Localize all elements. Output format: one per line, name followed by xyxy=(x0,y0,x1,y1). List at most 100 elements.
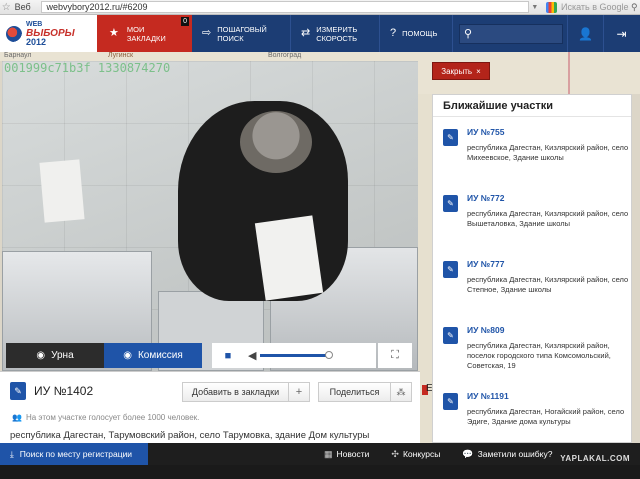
bookmarks-count-badge: 0 xyxy=(181,17,189,26)
controls-spacer xyxy=(334,343,376,368)
report-error-label: Заметили ошибку? xyxy=(477,449,553,459)
fullscreen-icon: ⛶ xyxy=(391,349,399,361)
help-button[interactable]: ? ПОМОЩЬ xyxy=(380,15,453,52)
station-title: ИУ №1402 xyxy=(34,384,94,398)
camera-icon: ◉ xyxy=(36,350,46,361)
polling-station-icon: ✎ xyxy=(10,382,26,400)
video-player[interactable]: 001999c71b3f 1330874270 xyxy=(2,61,418,371)
speaker-icon: ◀ xyxy=(248,350,257,362)
news-label: Новости xyxy=(336,449,370,459)
voters-note: На этом участке голосует более 1000 чело… xyxy=(25,413,200,422)
share-icon: ⁂ xyxy=(396,386,406,397)
browser-bar: ☆ Веб webvybory2012.ru/#6209 ▼ Искать в … xyxy=(0,0,640,15)
search-icon[interactable]: ⚲ xyxy=(464,27,472,40)
stop-button[interactable]: ■ xyxy=(212,343,244,368)
camera-urna-button[interactable]: ◉ Урна xyxy=(6,343,104,368)
list-item[interactable]: ✎ ИУ №1191 республика Дагестан, Ногайски… xyxy=(433,381,631,442)
polling-station-icon: ✎ xyxy=(443,129,458,146)
bottom-bar: ⤓ Поиск по месту регистрации ▦ Новости ✣… xyxy=(0,443,640,465)
fullscreen-button[interactable]: ⛶ xyxy=(378,343,412,368)
google-search-input[interactable]: Искать в Google xyxy=(561,2,631,12)
station-address: республика Дагестан, Тарумовский район, … xyxy=(10,430,370,441)
google-icon[interactable] xyxy=(546,1,558,13)
camera-id: 001999c71b3f 1330874270 xyxy=(4,61,171,75)
help-icon: ? xyxy=(390,27,397,39)
user-icon: 👤 xyxy=(578,26,593,41)
contests-link[interactable]: ✣ Конкурсы xyxy=(391,449,440,460)
polling-station-icon: ✎ xyxy=(443,393,458,410)
site-search: ⚲ xyxy=(453,15,567,52)
station-name[interactable]: ИУ №777 xyxy=(467,259,631,269)
news-link[interactable]: ▦ Новости xyxy=(324,449,369,460)
station-address: республика Дагестан, Кизлярский район, п… xyxy=(467,341,611,370)
list-item[interactable]: ✎ ИУ №772 республика Дагестан, Кизлярски… xyxy=(433,183,631,249)
measure-speed-button[interactable]: ⇄ ИЗМЕРИТЬ СКОРОСТЬ xyxy=(291,15,380,52)
camera-urna-label: Урна xyxy=(51,350,74,361)
taskbar-area xyxy=(0,465,640,479)
speed-label-line1: ИЗМЕРИТЬ xyxy=(316,24,358,34)
close-panel-button[interactable]: Закрыть × xyxy=(432,62,490,80)
add-bookmark-label: Добавить в закладки xyxy=(183,383,289,401)
star-icon: ★ xyxy=(109,27,119,39)
arrow-right-icon: ⇨ xyxy=(202,27,212,39)
close-icon: × xyxy=(476,66,481,76)
ballot-paper xyxy=(39,159,85,223)
volume-handle[interactable] xyxy=(325,351,333,359)
map-strip: Барнаул Лугинск Волгоград xyxy=(0,52,420,61)
map-label: Барнаул xyxy=(4,52,32,59)
station-name[interactable]: ИУ №1191 xyxy=(467,391,631,401)
contests-icon: ✣ xyxy=(391,448,399,459)
map-road xyxy=(568,52,570,94)
plus-icon: + xyxy=(295,386,303,398)
video-controls: ◉ Урна ◉ Комиссия ■ ◀ ⛶ xyxy=(6,343,412,368)
ballot-paper xyxy=(254,215,324,301)
search-icon[interactable]: ⚲ xyxy=(631,2,640,13)
site-search-input[interactable]: ⚲ xyxy=(459,23,563,44)
bookmark-star-icon[interactable]: ☆ xyxy=(0,2,13,13)
comment-icon: 💬 xyxy=(462,448,474,459)
add-bookmark-button[interactable]: Добавить в закладки + xyxy=(182,382,310,402)
map-label: Волгоград xyxy=(268,52,302,59)
close-label: Закрыть xyxy=(441,66,473,76)
address-bar[interactable]: webvybory2012.ru/#6209 xyxy=(41,1,530,13)
page: ☆ Веб webvybory2012.ru/#6209 ▼ Искать в … xyxy=(0,0,640,479)
logo-emblem-icon xyxy=(6,25,22,42)
share-button[interactable]: Поделиться ⁂ xyxy=(318,382,412,402)
contests-label: Конкурсы xyxy=(402,449,441,459)
station-info: ✎ ИУ №1402 Добавить в закладки + Поделит… xyxy=(0,371,420,443)
volume-track[interactable] xyxy=(260,351,333,359)
logout-button[interactable]: ⇥ xyxy=(603,15,639,52)
list-item[interactable]: ✎ ИУ №777 республика Дагестан, Кизлярски… xyxy=(433,249,631,315)
step-search-button[interactable]: ⇨ ПОШАГОВЫЙ ПОИСК xyxy=(192,15,291,52)
station-address: республика Дагестан, Кизлярский район, с… xyxy=(467,209,629,228)
list-item[interactable]: ✎ ИУ №755 республика Дагестан, Кизлярски… xyxy=(433,117,631,183)
speed-arrows-icon: ⇄ xyxy=(301,27,311,39)
user-button[interactable]: 👤 xyxy=(567,15,603,52)
chevron-down-icon[interactable]: ▼ xyxy=(529,4,540,11)
station-address: республика Дагестан, Ногайский район, се… xyxy=(467,407,625,426)
share-label: Поделиться xyxy=(319,383,391,401)
camera-komissia-button[interactable]: ◉ Комиссия xyxy=(104,343,202,368)
station-name[interactable]: ИУ №809 xyxy=(467,325,631,335)
bookmarks-label-line2: ЗАКЛАДКИ xyxy=(126,33,166,43)
step-search-label-line1: ПОШАГОВЫЙ xyxy=(217,24,267,34)
my-bookmarks-button[interactable]: ★ МОИ ЗАКЛАДКИ 0 xyxy=(97,15,192,52)
map-label: Лугинск xyxy=(108,52,134,59)
polling-station-icon: ✎ xyxy=(443,327,458,344)
pin-icon: ⤓ xyxy=(10,448,14,459)
search-by-registration-button[interactable]: ⤓ Поиск по месту регистрации xyxy=(0,443,148,465)
report-error-link[interactable]: 💬 Заметили ошибку? xyxy=(462,449,552,460)
volume-slider[interactable]: ◀ xyxy=(244,343,334,368)
station-name[interactable]: ИУ №755 xyxy=(467,127,631,137)
watermark: YAPLAKAL.COM xyxy=(560,454,630,463)
voter-head xyxy=(240,111,312,173)
list-item[interactable]: ✎ ИУ №809 республика Дагестан, Кизлярски… xyxy=(433,315,631,381)
logout-icon: ⇥ xyxy=(616,26,627,41)
people-icon: 👥 xyxy=(12,413,22,422)
site-logo[interactable]: WEB ВЫБОРЫ 2012 xyxy=(0,15,97,52)
station-name[interactable]: ИУ №772 xyxy=(467,193,631,203)
polling-station-icon: ✎ xyxy=(443,195,458,212)
search-by-registration-label: Поиск по месту регистрации xyxy=(19,449,133,459)
step-search-label-line2: ПОИСК xyxy=(217,33,244,43)
help-label: ПОМОЩЬ xyxy=(402,29,438,38)
